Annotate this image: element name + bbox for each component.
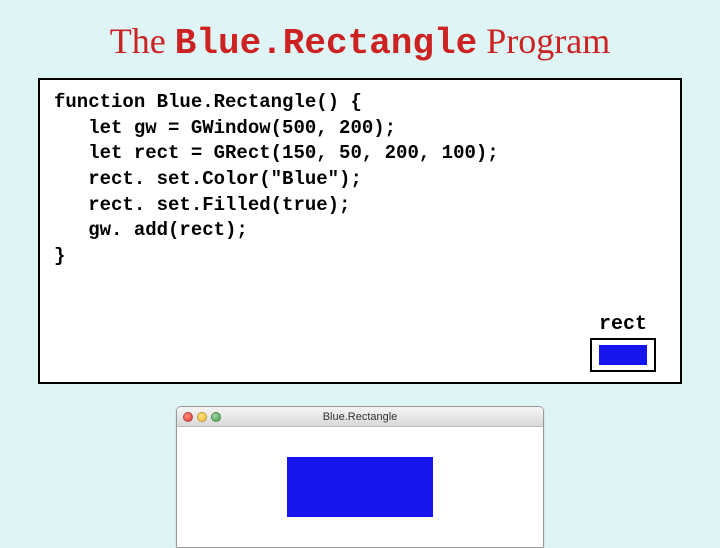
window-canvas — [177, 427, 543, 547]
window-title: Blue.Rectangle — [177, 411, 543, 423]
window-titlebar: Blue.Rectangle — [177, 407, 543, 427]
title-mono: Blue.Rectangle — [175, 23, 477, 64]
variable-label: rect — [590, 313, 656, 336]
code-listing: function Blue.Rectangle() { let gw = GWi… — [54, 90, 666, 269]
title-post: Program — [477, 21, 610, 61]
zoom-icon[interactable] — [211, 412, 221, 422]
slide: The Blue.Rectangle Program function Blue… — [0, 0, 720, 540]
variable-diagram: rect — [590, 313, 656, 372]
minimize-icon[interactable] — [197, 412, 207, 422]
code-box: function Blue.Rectangle() { let gw = GWi… — [38, 78, 682, 384]
blue-rectangle — [287, 457, 433, 517]
variable-swatch — [599, 345, 647, 365]
close-icon[interactable] — [183, 412, 193, 422]
output-window: Blue.Rectangle — [176, 406, 544, 548]
variable-frame — [590, 338, 656, 372]
window-controls — [183, 412, 221, 422]
page-title: The Blue.Rectangle Program — [38, 20, 682, 64]
title-pre: The — [110, 21, 175, 61]
